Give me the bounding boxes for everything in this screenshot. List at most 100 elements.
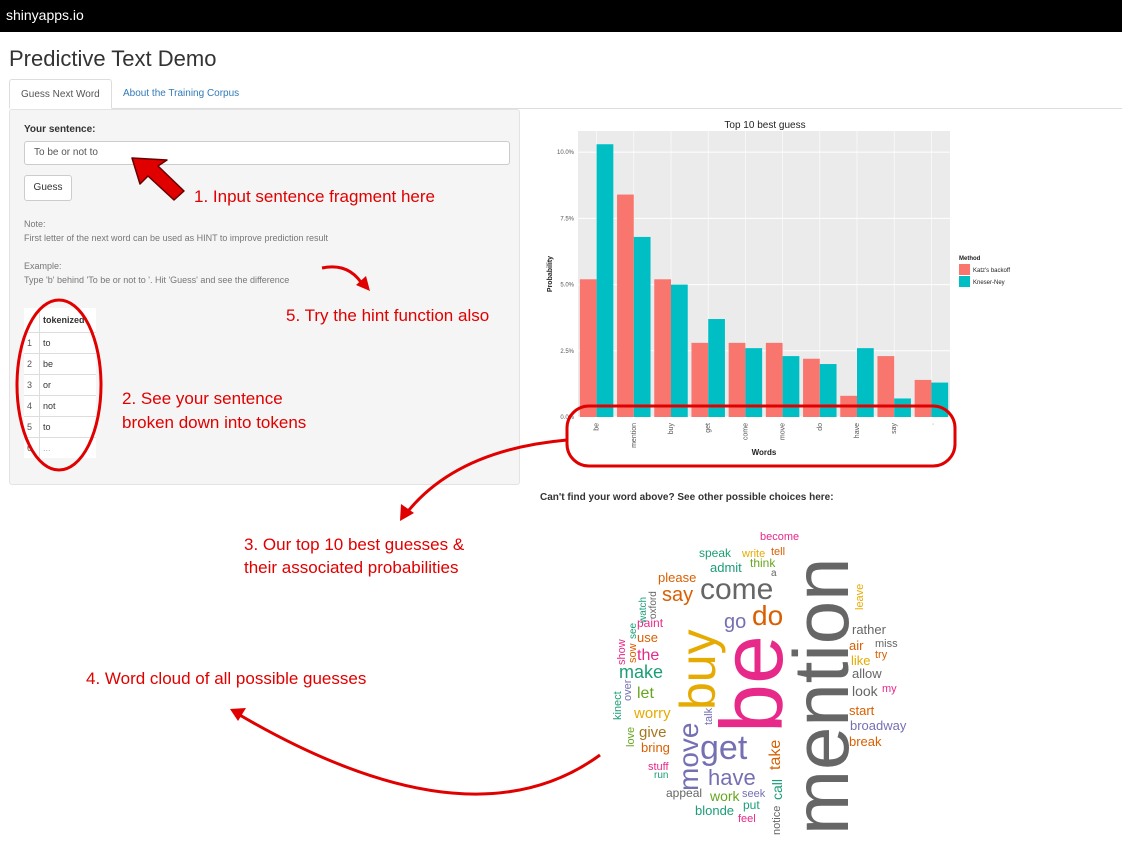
row-token: to [39,332,96,354]
cloud-word: break [849,734,882,749]
cloud-word: move [673,723,704,791]
note-title: Note: [24,219,46,229]
cloud-word: rather [852,622,887,637]
legend-title: Method [959,256,981,262]
cloud-word: notice [771,806,783,835]
cloud-word: look [852,683,879,699]
cloud-word: try [875,649,888,661]
y-tick-label: 0.0% [560,415,574,421]
chart-title: Top 10 best guess [724,120,805,131]
x-tick-label: have [854,423,861,438]
cloud-word: talk [703,707,715,725]
cloud-word: blonde [695,803,734,818]
example-text: Type 'b' behind 'To be or not to '. Hit … [24,275,290,285]
row-token: or [39,374,96,396]
table-row: 2 be [24,353,96,375]
table-row: 3 or [24,374,96,396]
cloud-word: leave [854,584,866,610]
table-index-header [24,308,40,333]
bar-katz [765,342,783,417]
bar-katz [654,279,671,417]
bar-kneser [931,382,949,417]
bar-kneser [782,356,800,417]
cloud-word: say [662,584,693,606]
table-header-tokenized: tokenized [43,315,85,325]
cloud-word: a [771,568,777,579]
brand-label: shinyapps.io [6,7,84,23]
annotation-top-guesses-line2: their associated probabilities [244,558,459,577]
annotation-hint-function: 5. Try the hint function also [286,306,490,325]
bar-katz [579,279,597,417]
row-token: be [39,353,96,375]
cloud-word: start [849,703,875,718]
cloud-arrow-icon [237,712,601,796]
cloud-word: work [709,788,741,804]
y-axis-label: Probability [547,256,554,292]
cloud-word: allow [852,666,882,681]
word-cloud-title: Can't find your word above? See other po… [540,492,834,503]
bar-katz [691,342,709,417]
cloud-word: let [637,685,654,702]
cloud-word: buy [670,629,726,710]
top-bar: shinyapps.io [0,0,1122,32]
bar-kneser [596,144,614,418]
tokenized-table: tokenized 1 to 2 be 3 or 4 not 5 to 6... [24,308,96,458]
table-row: 4 not [24,395,96,417]
legend-label-katz: Katz's backoff [973,268,1010,274]
tab-guess-next-word[interactable]: Guess Next Word [9,79,112,109]
row-token: to [39,416,96,438]
bar-katz [803,358,820,417]
bar-katz [617,194,634,417]
x-tick-label: mention [631,423,638,448]
cloud-word: take [767,740,784,770]
cloud-word: call [769,779,785,800]
cloud-word: the [637,647,659,664]
cloud-word: seek [742,788,766,800]
bar-kneser [633,236,651,417]
x-axis-label: Words [752,448,777,457]
cloud-word: over [622,679,634,701]
annotation-word-cloud: 4. Word cloud of all possible guesses [86,669,367,688]
cloud-word: appeal [666,786,702,800]
cloud-word: see [628,622,639,639]
cloud-word: use [637,630,658,645]
cloud-word: do [752,600,783,631]
y-tick-label: 10.0% [557,150,575,156]
cloud-word: get [700,729,748,767]
y-tick-label: 2.5% [560,349,574,355]
bar-katz [728,342,746,417]
x-tick-label: be [594,423,601,431]
row-index: 3 [24,374,40,396]
cloud-word: have [708,765,756,790]
cloud-word: become [760,531,799,543]
y-tick-label: 5.0% [560,283,574,289]
cloud-word: oxford [648,591,659,619]
legend-label-kneser: Kneser-Ney [973,280,1005,286]
bar-kneser [819,364,837,417]
tab-about-training-corpus[interactable]: About the Training Corpus [112,79,250,108]
cloud-word: go [724,611,746,633]
bar-katz [877,356,895,417]
bar-kneser [671,284,688,417]
legend-swatch-katz [959,264,970,275]
row-index: 2 [24,353,40,375]
table-row: 6... [24,437,96,458]
cloud-word: run [654,770,668,781]
cloud-word: put [743,798,760,812]
x-tick-label: say [891,423,898,434]
tab-bar: Guess Next Word About the Training Corpu… [9,79,1122,109]
annotation-top-guesses-line1: 3. Our top 10 best guesses & [244,535,465,554]
x-tick-label: get [705,423,712,433]
annotation-tokens-line2: broken down into tokens [122,413,307,432]
top-guesses-chart: Top 10 best guess 0.0%2.5%5.0%7.5%10.0% … [547,120,1010,457]
x-tick-label: come [742,423,749,440]
sentence-input[interactable]: To be or not to [24,141,510,165]
guess-button[interactable]: Guess [24,175,72,201]
legend-swatch-kneser [959,276,970,287]
example-title: Example: [24,261,62,271]
row-token: not [39,395,96,417]
cloud-arrow-head-icon [230,708,246,721]
cloud-word: speak [699,546,732,560]
x-tick-label: . [928,423,935,425]
annotation-input-fragment: 1. Input sentence fragment here [194,187,435,206]
